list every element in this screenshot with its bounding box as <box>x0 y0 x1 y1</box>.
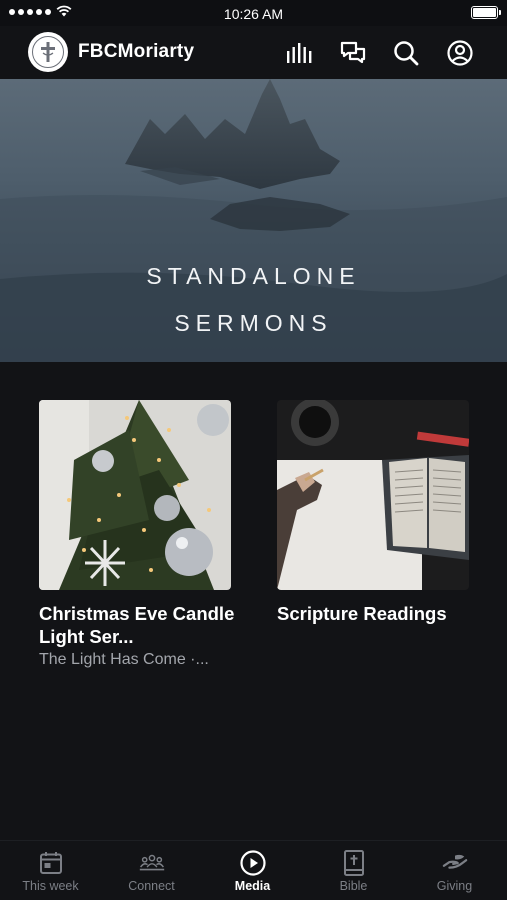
tab-giving[interactable]: Giving <box>404 841 505 900</box>
calendar-icon <box>38 850 64 876</box>
media-card-christmas-eve[interactable]: Christmas Eve Candle Light Ser... The Li… <box>39 400 234 669</box>
hero-title-line1: STANDALONE <box>146 263 361 289</box>
hero-title-line2: SERMONS <box>174 310 333 336</box>
card-title: Christmas Eve Candle Light Ser... <box>39 603 235 647</box>
search-icon[interactable] <box>392 39 420 67</box>
battery-icon <box>471 6 501 19</box>
bottom-tab-bar: This week Connect Media Bible Giving <box>0 840 507 900</box>
church-logo[interactable] <box>28 32 68 72</box>
media-card-scripture-readings[interactable]: Scripture Readings <box>277 400 469 625</box>
hero-banner[interactable]: STANDALONE SERMONS <box>0 79 507 362</box>
giving-hand-icon <box>442 850 468 876</box>
status-time: 10:26 AM <box>223 6 284 22</box>
status-bar: 10:26 AM <box>0 0 507 26</box>
audio-bars-icon[interactable] <box>285 39 313 67</box>
app-header: FBCMoriarty <box>0 26 507 79</box>
bible-reading-thumbnail <box>277 400 469 590</box>
cross-icon <box>32 36 64 68</box>
tab-media[interactable]: Media <box>202 841 303 900</box>
tab-label: Giving <box>436 879 473 893</box>
app-title: FBCMoriarty <box>78 41 195 62</box>
card-title: Scripture Readings <box>277 603 447 624</box>
bible-icon <box>341 850 367 876</box>
tab-connect[interactable]: Connect <box>101 841 202 900</box>
tab-bible[interactable]: Bible <box>303 841 404 900</box>
people-icon <box>139 850 165 876</box>
tab-label: Bible <box>339 879 368 893</box>
tab-this-week[interactable]: This week <box>0 841 101 900</box>
profile-icon[interactable] <box>446 39 474 67</box>
card-subtitle: The Light Has Come ·... <box>39 651 209 668</box>
tab-label: This week <box>22 879 79 893</box>
tab-label: Media <box>234 879 271 893</box>
tab-label: Connect <box>128 879 175 893</box>
christmas-tree-thumbnail <box>39 400 231 590</box>
chat-icon[interactable] <box>339 39 367 67</box>
play-icon <box>239 850 266 876</box>
